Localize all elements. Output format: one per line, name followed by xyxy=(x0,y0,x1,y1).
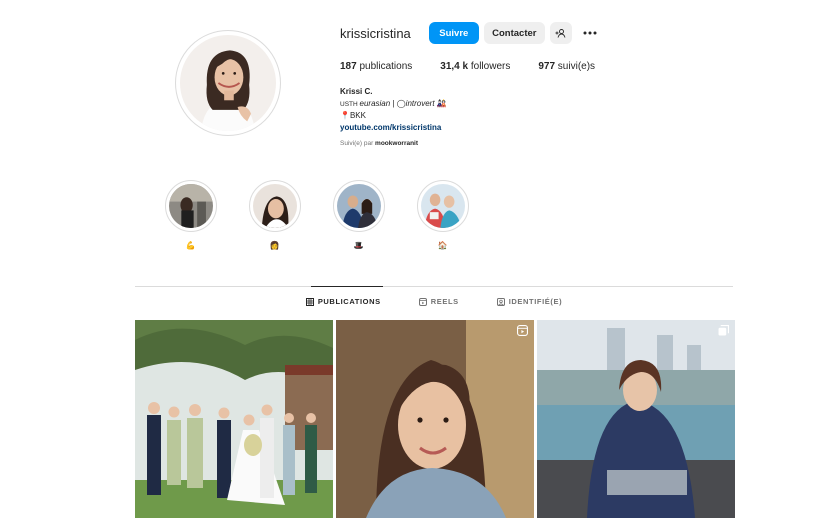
avatar-image xyxy=(180,35,276,131)
highlight-cover xyxy=(336,184,381,228)
highlight-cover xyxy=(168,184,213,228)
tab-tagged[interactable]: IDENTIFIÉ(E) xyxy=(496,297,562,306)
post-image xyxy=(135,320,333,518)
followed-by-user[interactable]: mookworranit xyxy=(375,140,418,147)
more-options-icon[interactable] xyxy=(582,25,598,41)
following-count[interactable]: 977 suivi(e)s xyxy=(538,61,595,72)
profile-avatar[interactable] xyxy=(175,30,281,136)
highlight-cover xyxy=(252,184,297,228)
suggested-users-button[interactable] xyxy=(549,22,572,44)
bio-line-2: 📍BKK xyxy=(340,111,366,120)
post-image xyxy=(336,320,534,518)
highlight-cover xyxy=(420,184,465,228)
followers-count[interactable]: 31,4 k followers xyxy=(440,61,510,72)
bio-line-1: USTH eurasian | ◯introvert 🎎 xyxy=(340,98,447,108)
post-3[interactable] xyxy=(537,320,735,518)
follow-button[interactable]: Suivre xyxy=(428,22,479,44)
speech-bubble-icon: ◯ xyxy=(396,98,406,108)
carousel-icon xyxy=(718,325,729,336)
grid-icon xyxy=(305,297,314,306)
bio-link[interactable]: youtube.com/krissicristina xyxy=(340,122,447,134)
highlight-3[interactable]: 🎩 xyxy=(331,180,386,251)
tagged-icon xyxy=(496,297,505,306)
username: krissicristina xyxy=(340,25,411,41)
story-highlights: 💪 👩 🎩 🏠 xyxy=(163,180,499,251)
highlight-label: 💪 xyxy=(185,241,196,250)
post-image xyxy=(537,320,735,518)
post-1[interactable] xyxy=(135,320,333,518)
highlight-label: 👩 xyxy=(269,241,280,250)
posts-count: 187 publications xyxy=(340,61,413,72)
post-2[interactable] xyxy=(336,320,534,518)
highlight-label: 🎩 xyxy=(353,241,364,250)
profile-header-row: krissicristina Suivre Contacter xyxy=(340,21,598,45)
highlight-4[interactable]: 🏠 xyxy=(415,180,470,251)
tab-reels[interactable]: REELS xyxy=(418,297,459,306)
followed-by: Suivi(e) par mookworranit xyxy=(340,140,419,147)
tab-publications[interactable]: PUBLICATIONS xyxy=(305,297,381,306)
display-name: Krissi C. xyxy=(340,87,373,96)
reels-icon xyxy=(418,297,427,306)
active-tab-indicator xyxy=(311,286,383,287)
reel-icon xyxy=(517,325,528,336)
highlight-label: 🏠 xyxy=(437,241,448,250)
profile-stats: 187 publications 31,4 k followers 977 su… xyxy=(340,61,623,72)
highlight-1[interactable]: 💪 xyxy=(163,180,218,251)
add-person-icon xyxy=(555,28,566,38)
profile-tabs: PUBLICATIONS REELS IDENTIFIÉ(E) xyxy=(135,297,733,306)
profile-bio: Krissi C. USTH eurasian | ◯introvert 🎎 📍… xyxy=(340,86,447,133)
posts-grid xyxy=(135,320,738,518)
highlight-2[interactable]: 👩 xyxy=(247,180,302,251)
location-pin-icon: 📍 xyxy=(340,111,350,120)
contact-button[interactable]: Contacter xyxy=(483,22,545,44)
tabs-divider xyxy=(135,286,733,287)
